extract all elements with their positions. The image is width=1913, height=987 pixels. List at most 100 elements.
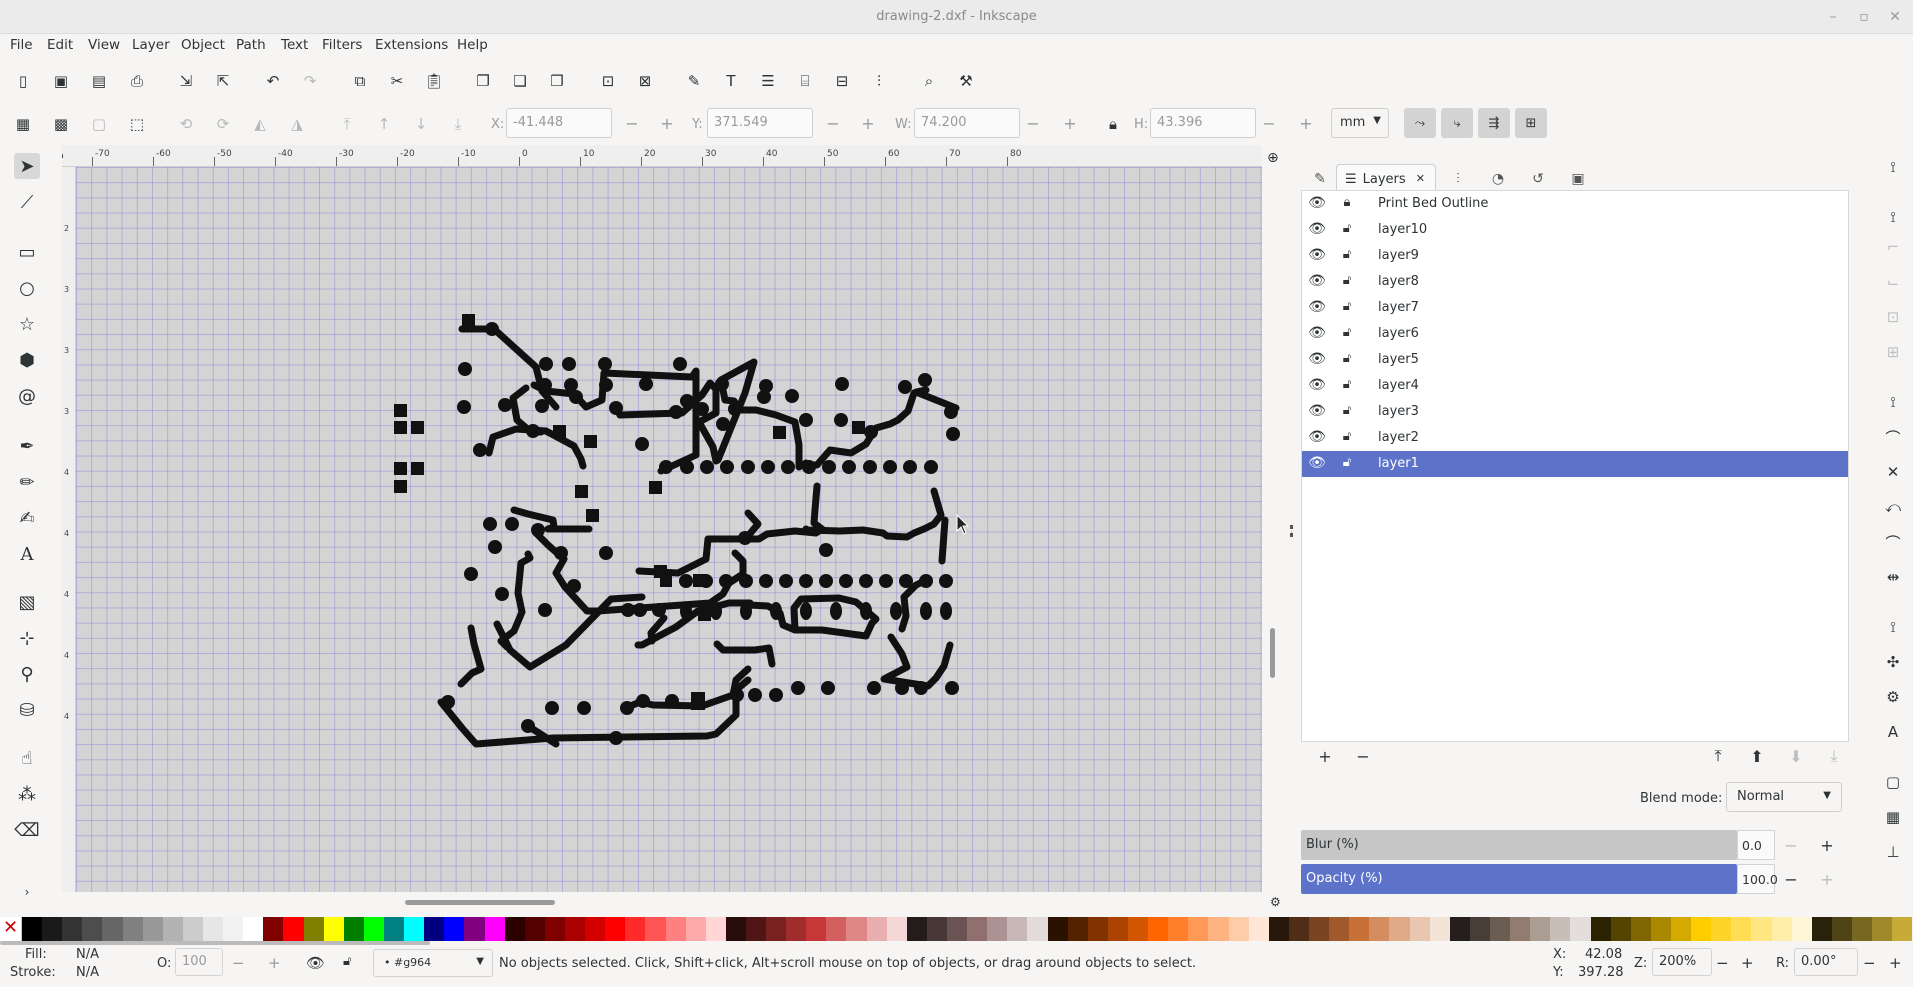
color-swatch[interactable] xyxy=(1530,917,1551,941)
unlock-icon[interactable]: 🔓︎ xyxy=(1338,221,1356,239)
layer-row[interactable]: 👁︎ 🔓︎ layer2 xyxy=(1302,425,1848,451)
color-swatch[interactable] xyxy=(1208,917,1229,941)
3d-box-tool-icon[interactable]: ⬢ xyxy=(14,347,40,373)
layer-row[interactable]: 👁︎ 🔓︎ layer6 xyxy=(1302,321,1848,347)
eye-icon[interactable]: 👁︎ xyxy=(1308,247,1326,265)
align-tab-icon[interactable]: ⫶ xyxy=(1446,166,1470,192)
color-swatch[interactable] xyxy=(1811,917,1832,941)
unlock-icon[interactable]: 🔓︎ xyxy=(1338,377,1356,395)
bezier-tool-icon[interactable]: ✒ xyxy=(14,433,40,459)
snap-text-baseline-icon[interactable]: A xyxy=(1881,720,1905,744)
unlock-icon[interactable]: 🔓︎ xyxy=(1338,455,1356,473)
x-field[interactable]: -41.448 xyxy=(506,108,612,138)
layer-row[interactable]: 👁︎ 🔓︎ layer10 xyxy=(1302,217,1848,243)
expand-toolbox-icon[interactable]: › xyxy=(14,879,40,905)
color-swatch[interactable] xyxy=(1309,917,1330,941)
raise-to-top-icon[interactable]: ⤒ xyxy=(336,113,358,135)
layer-to-bottom-button[interactable]: ⤓ xyxy=(1823,745,1845,767)
color-swatch[interactable] xyxy=(1731,917,1752,941)
color-swatch[interactable] xyxy=(1670,917,1692,941)
color-swatch[interactable] xyxy=(223,917,244,941)
color-swatch[interactable] xyxy=(444,917,465,941)
close-icon[interactable]: ✕ xyxy=(1886,8,1904,26)
redo-icon[interactable]: ↷ xyxy=(299,70,321,92)
color-swatch[interactable] xyxy=(424,917,445,941)
calligraphy-tool-icon[interactable]: ✍ xyxy=(14,505,40,531)
color-swatch[interactable] xyxy=(1691,917,1712,941)
color-swatch[interactable] xyxy=(1872,917,1893,941)
text-font-icon[interactable]: T xyxy=(720,70,742,92)
snap-path-intersection-icon[interactable]: ✕ xyxy=(1881,460,1905,484)
rotate-decrement-button[interactable]: − xyxy=(1863,954,1876,972)
color-swatch[interactable] xyxy=(1409,917,1430,941)
color-swatch[interactable] xyxy=(323,917,344,941)
color-swatch[interactable] xyxy=(1751,917,1772,941)
select-same-icon[interactable]: ⬚ xyxy=(126,113,148,135)
color-swatch[interactable] xyxy=(1228,917,1249,941)
flip-vertical-icon[interactable]: ◮ xyxy=(286,113,308,135)
blur-value[interactable]: 0.0 xyxy=(1737,830,1775,860)
color-swatch[interactable] xyxy=(1087,917,1108,941)
color-swatch[interactable] xyxy=(1791,917,1812,941)
snap-others-icon[interactable]: ⟟ xyxy=(1881,615,1905,639)
snap-midpoints-icon[interactable]: ⇹ xyxy=(1881,565,1905,589)
clone-icon[interactable]: ❏ xyxy=(509,70,531,92)
print-icon[interactable]: ⎙ xyxy=(126,70,148,92)
horizontal-scrollbar[interactable] xyxy=(405,900,555,905)
color-swatch[interactable] xyxy=(1067,917,1088,941)
ruler-lock-icon[interactable]: 🔒︎ xyxy=(62,147,63,162)
layer-row[interactable]: 👁︎ 🔓︎ layer8 xyxy=(1302,269,1848,295)
pencil-tool-icon[interactable]: ✏ xyxy=(14,469,40,495)
color-swatch[interactable] xyxy=(1610,917,1631,941)
canvas-options-icon[interactable]: ⚙ xyxy=(1270,895,1281,909)
menu-extensions[interactable]: Extensions xyxy=(375,37,448,53)
color-swatch[interactable] xyxy=(182,917,203,941)
fill-stroke-icon[interactable]: ✎ xyxy=(683,70,705,92)
raise-layer-button[interactable]: ⬆ xyxy=(1746,745,1768,767)
select-all-layers-icon[interactable]: ▩ xyxy=(50,113,72,135)
eye-icon[interactable]: 👁︎ xyxy=(1308,429,1326,447)
eye-icon[interactable]: 👁︎ xyxy=(1308,455,1326,473)
dock-handle[interactable] xyxy=(1290,525,1293,537)
color-swatch[interactable] xyxy=(42,917,63,941)
color-swatch[interactable] xyxy=(1288,917,1309,941)
color-swatch[interactable] xyxy=(283,917,304,941)
color-swatch[interactable] xyxy=(564,917,586,941)
layer-visibility-icon[interactable]: 👁︎ xyxy=(306,954,325,972)
layer-to-top-button[interactable]: ⤒ xyxy=(1707,745,1729,767)
color-swatch[interactable] xyxy=(766,917,787,941)
tweak-tool-icon[interactable]: ☝ xyxy=(14,745,40,771)
height-field[interactable]: 43.396 xyxy=(1150,108,1256,138)
zoom-field[interactable]: 200% xyxy=(1652,948,1712,976)
horizontal-ruler[interactable]: 🔒︎ -70 -60 -50 -40 -30 -20 -10 0 10 20 30 40 50 60 70 8… xyxy=(62,145,1262,167)
lower-layer-button[interactable]: ⬇ xyxy=(1785,745,1807,767)
color-swatch[interactable] xyxy=(1851,917,1873,941)
eye-icon[interactable]: 👁︎ xyxy=(1308,195,1326,213)
color-swatch[interactable] xyxy=(1107,917,1129,941)
rotate-ccw-icon[interactable]: ⟲ xyxy=(175,113,197,135)
color-swatch[interactable] xyxy=(1047,917,1068,941)
lower-icon[interactable]: ↓ xyxy=(410,113,432,135)
unlock-icon[interactable]: 🔓︎ xyxy=(1338,247,1356,265)
color-swatch[interactable] xyxy=(947,917,968,941)
color-swatch[interactable] xyxy=(343,917,364,941)
color-swatch[interactable] xyxy=(1369,917,1390,941)
lower-to-bottom-icon[interactable]: ⤓ xyxy=(447,113,469,135)
menu-edit[interactable]: Edit xyxy=(47,37,73,53)
color-swatch[interactable] xyxy=(1027,917,1048,941)
current-layer-select[interactable]: • #g964 ▼ xyxy=(373,949,493,977)
color-swatch[interactable] xyxy=(886,917,907,941)
blur-slider[interactable]: Blur (%) xyxy=(1301,830,1737,860)
color-swatch[interactable] xyxy=(725,917,746,941)
width-increment-button[interactable]: + xyxy=(1055,108,1085,138)
color-swatch[interactable] xyxy=(1590,917,1611,941)
snap-cusp-nodes-icon[interactable]: ⤺ xyxy=(1881,495,1905,519)
color-swatch[interactable] xyxy=(162,917,183,941)
color-swatch[interactable] xyxy=(1630,917,1651,941)
color-swatch[interactable] xyxy=(585,917,606,941)
color-swatch[interactable] xyxy=(363,917,384,941)
menu-help[interactable]: Help xyxy=(457,37,488,53)
snap-bbox-edge-icon[interactable]: ⌐ xyxy=(1881,235,1905,259)
remove-layer-button[interactable]: − xyxy=(1352,745,1374,767)
document-properties-icon[interactable]: ⊟ xyxy=(831,70,853,92)
